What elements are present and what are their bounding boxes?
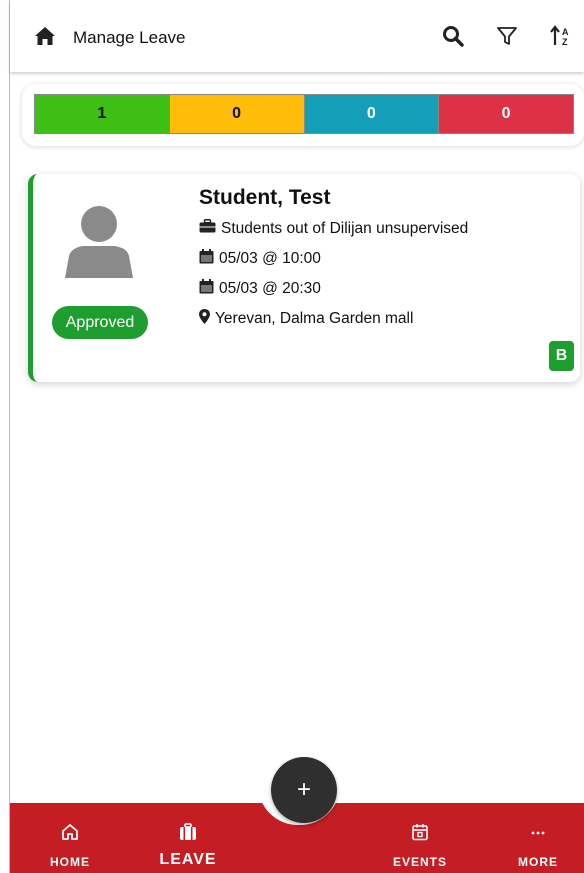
- status-summary: 1 0 0 0: [22, 84, 584, 146]
- avatar: [61, 204, 137, 280]
- leave-reason-row: Students out of Dilijan unsupervised: [199, 219, 468, 238]
- sort-icon[interactable]: A Z: [550, 25, 574, 47]
- nav-leave[interactable]: LEAVE: [148, 803, 228, 873]
- home-icon[interactable]: [34, 26, 56, 46]
- svg-text:A: A: [562, 27, 569, 37]
- house-badge: B: [549, 341, 574, 371]
- in-progress-count[interactable]: 0: [304, 95, 440, 133]
- calendar-outline-icon: [411, 803, 429, 846]
- nav-events-label: EVENTS: [392, 855, 447, 869]
- rejected-count[interactable]: 0: [439, 95, 573, 133]
- calendar-icon: [199, 279, 219, 299]
- ellipsis-icon: [529, 803, 547, 846]
- home-outline-icon: [61, 803, 79, 846]
- leave-end: 05/03 @ 20:30: [219, 280, 321, 297]
- leave-location-row: Yerevan, Dalma Garden mall: [199, 309, 413, 329]
- status-badge: Approved: [52, 306, 148, 339]
- map-marker-icon: [199, 309, 215, 329]
- suitcase-icon: [179, 803, 197, 846]
- student-name: Student, Test: [199, 186, 331, 209]
- calendar-icon: [199, 249, 219, 269]
- nav-leave-label: LEAVE: [159, 851, 217, 868]
- briefcase-icon: [199, 219, 221, 238]
- pending-count[interactable]: 0: [169, 95, 305, 133]
- nav-home[interactable]: HOME: [40, 803, 100, 873]
- left-border: [9, 0, 10, 873]
- status-count-bar: 1 0 0 0: [34, 94, 574, 134]
- nav-events[interactable]: EVENTS: [380, 803, 460, 873]
- page-title: Manage Leave: [73, 28, 186, 47]
- leave-location: Yerevan, Dalma Garden mall: [215, 310, 414, 327]
- leave-card[interactable]: Approved Student, Test Students out of D…: [28, 174, 580, 382]
- leave-end-row: 05/03 @ 20:30: [199, 279, 321, 299]
- leave-start-row: 05/03 @ 10:00: [199, 249, 321, 269]
- nav-home-label: HOME: [50, 855, 90, 869]
- nav-more[interactable]: MORE: [508, 803, 568, 873]
- leave-reason: Students out of Dilijan unsupervised: [221, 219, 469, 237]
- leave-start: 05/03 @ 10:00: [219, 250, 321, 267]
- approved-count[interactable]: 1: [35, 95, 170, 133]
- nav-more-label: MORE: [518, 855, 558, 869]
- app-header: Manage Leave A Z: [10, 0, 584, 72]
- filter-icon[interactable]: [496, 25, 518, 47]
- svg-text:Z: Z: [562, 37, 568, 47]
- search-icon[interactable]: [442, 25, 464, 47]
- add-leave-button[interactable]: +: [271, 757, 337, 823]
